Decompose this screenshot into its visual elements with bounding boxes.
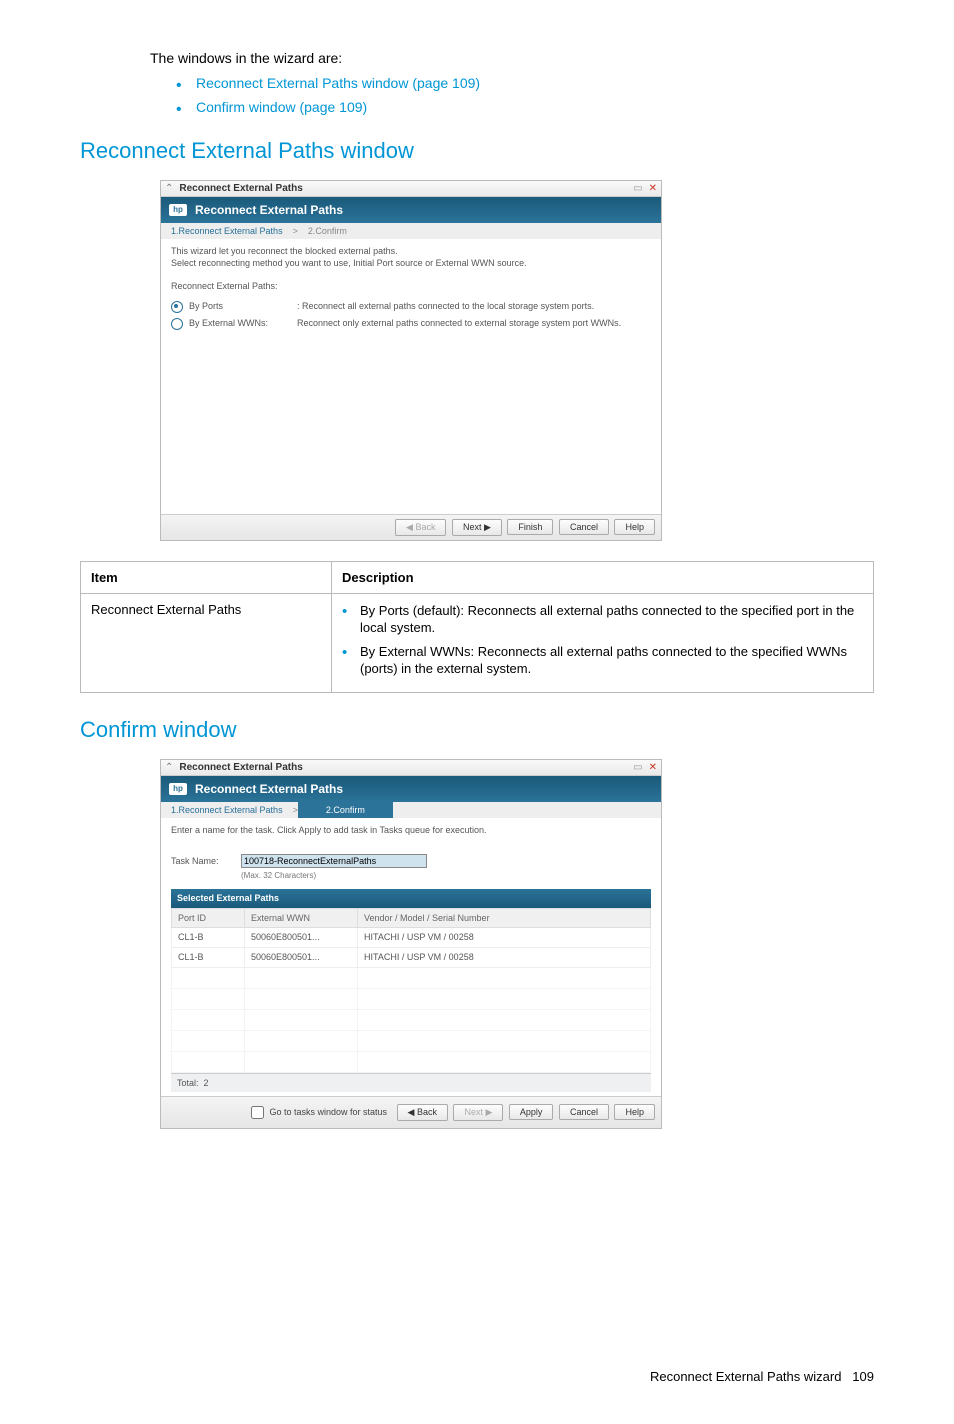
col-vendor-model-serial: Vendor / Model / Serial Number	[358, 908, 651, 928]
restore-icon[interactable]: ▭	[633, 183, 642, 194]
col-port-id: Port ID	[172, 908, 245, 928]
hp-logo-icon: hp	[169, 783, 187, 795]
back-button[interactable]: ◀ Back	[397, 1104, 448, 1121]
link-confirm-window[interactable]: Confirm window (page 109)	[196, 99, 367, 115]
collapse-icon[interactable]: ⌃	[165, 183, 173, 194]
step-2-active[interactable]: 2.Confirm	[298, 802, 393, 818]
wizard-options: Reconnect External Paths: By Ports : Rec…	[161, 274, 661, 394]
next-button: Next ▶	[453, 1104, 503, 1121]
radio-description: Reconnect only external paths connected …	[297, 317, 651, 330]
cancel-button[interactable]: Cancel	[559, 519, 609, 535]
heading-reconnect-window: Reconnect External Paths window	[80, 138, 874, 164]
item-description-table: Item Description Reconnect External Path…	[80, 561, 874, 693]
cell: 50060E800501...	[245, 928, 358, 948]
wizard-header-title: Reconnect External Paths	[195, 203, 343, 217]
table-row[interactable]: CL1-B 50060E800501... HITACHI / USP VM /…	[172, 947, 651, 967]
cell: HITACHI / USP VM / 00258	[358, 947, 651, 967]
collapse-icon[interactable]: ⌃	[165, 762, 173, 773]
restore-icon[interactable]: ▭	[633, 762, 642, 773]
task-name-label: Task Name:	[171, 855, 241, 868]
col-description: Description	[332, 561, 874, 593]
cell: HITACHI / USP VM / 00258	[358, 928, 651, 948]
selected-paths-table: Port ID External WWN Vendor / Model / Se…	[171, 908, 651, 1073]
total-label: Total:	[177, 1078, 199, 1088]
desc-by-ports: By Ports (default): Reconnects all exter…	[342, 602, 863, 637]
window-title: Reconnect External Paths	[179, 762, 627, 773]
radio-label: By Ports	[189, 300, 297, 313]
cell: CL1-B	[172, 928, 245, 948]
radio-label: By External WWNs:	[189, 317, 297, 330]
wizard-titlebar[interactable]: ⌃ Reconnect External Paths ▭ ✕	[161, 181, 661, 197]
close-icon[interactable]: ✕	[649, 762, 657, 773]
footer-label: Reconnect External Paths wizard	[650, 1369, 841, 1384]
table-row[interactable]: CL1-B 50060E800501... HITACHI / USP VM /…	[172, 928, 651, 948]
wizard-empty-space	[161, 394, 661, 514]
instruction-line-2: Select reconnecting method you want to u…	[171, 257, 651, 270]
radio-icon[interactable]	[171, 318, 183, 330]
wizard-instructions: This wizard let you reconnect the blocke…	[161, 239, 661, 274]
wizard-footer: Go to tasks window for status ◀ Back Nex…	[161, 1096, 661, 1128]
wizard-header-title: Reconnect External Paths	[195, 782, 343, 796]
wizard-header-bar: hp Reconnect External Paths	[161, 776, 661, 802]
intro-text: The windows in the wizard are:	[150, 50, 874, 66]
wizard-confirm: ⌃ Reconnect External Paths ▭ ✕ hp Reconn…	[160, 759, 662, 1129]
cell-description: By Ports (default): Reconnects all exter…	[332, 593, 874, 692]
checkbox-label: Go to tasks window for status	[269, 1107, 387, 1117]
apply-button[interactable]: Apply	[509, 1104, 554, 1120]
finish-button[interactable]: Finish	[507, 519, 553, 535]
col-item: Item	[81, 561, 332, 593]
back-button: ◀ Back	[395, 519, 446, 536]
wizard-reconnect: ⌃ Reconnect External Paths ▭ ✕ hp Reconn…	[160, 180, 662, 541]
intro-link-list: Reconnect External Paths window (page 10…	[170, 72, 874, 120]
step-2[interactable]: 2.Confirm	[298, 223, 357, 239]
wizard-footer: ◀ Back Next ▶ Finish Cancel Help	[161, 514, 661, 540]
help-button[interactable]: Help	[614, 1104, 655, 1120]
heading-confirm-window: Confirm window	[80, 717, 874, 743]
next-button[interactable]: Next ▶	[452, 519, 502, 536]
wizard-instruction: Enter a name for the task. Click Apply t…	[161, 818, 661, 848]
hp-logo-icon: hp	[169, 204, 187, 216]
radio-description: : Reconnect all external paths connected…	[297, 300, 651, 313]
radio-by-ports[interactable]: By Ports : Reconnect all external paths …	[171, 300, 651, 313]
option-group-label: Reconnect External Paths:	[171, 280, 651, 293]
cell: CL1-B	[172, 947, 245, 967]
wizard-header-bar: hp Reconnect External Paths	[161, 197, 661, 223]
step-1[interactable]: 1.Reconnect External Paths	[161, 223, 293, 239]
task-name-input[interactable]	[241, 854, 427, 868]
radio-icon[interactable]	[171, 301, 183, 313]
task-name-note: (Max. 32 Characters)	[241, 870, 651, 881]
close-icon[interactable]: ✕	[649, 183, 657, 194]
go-to-tasks-checkbox[interactable]: Go to tasks window for status	[247, 1101, 391, 1124]
task-name-area: Task Name: (Max. 32 Characters) Selected…	[161, 854, 661, 1096]
step-1[interactable]: 1.Reconnect External Paths	[161, 802, 293, 818]
wizard-breadcrumb: 1.Reconnect External Paths > 2.Confirm	[161, 802, 661, 818]
link-reconnect-window[interactable]: Reconnect External Paths window (page 10…	[196, 75, 480, 91]
desc-by-wwns: By External WWNs: Reconnects all externa…	[342, 643, 863, 678]
col-external-wwn: External WWN	[245, 908, 358, 928]
table-total: Total: 2	[171, 1073, 651, 1093]
cell-item: Reconnect External Paths	[81, 593, 332, 692]
total-value: 2	[204, 1078, 209, 1088]
cell: 50060E800501...	[245, 947, 358, 967]
selected-paths-header: Selected External Paths	[171, 889, 651, 908]
wizard-titlebar[interactable]: ⌃ Reconnect External Paths ▭ ✕	[161, 760, 661, 776]
radio-by-wwns[interactable]: By External WWNs: Reconnect only externa…	[171, 317, 651, 330]
page-footer: Reconnect External Paths wizard 109	[80, 1369, 874, 1384]
cancel-button[interactable]: Cancel	[559, 1104, 609, 1120]
page-number: 109	[852, 1369, 874, 1384]
checkbox-icon[interactable]	[251, 1106, 264, 1119]
wizard-breadcrumb: 1.Reconnect External Paths > 2.Confirm	[161, 223, 661, 239]
help-button[interactable]: Help	[614, 519, 655, 535]
instruction-line-1: This wizard let you reconnect the blocke…	[171, 245, 651, 258]
window-title: Reconnect External Paths	[179, 183, 627, 194]
